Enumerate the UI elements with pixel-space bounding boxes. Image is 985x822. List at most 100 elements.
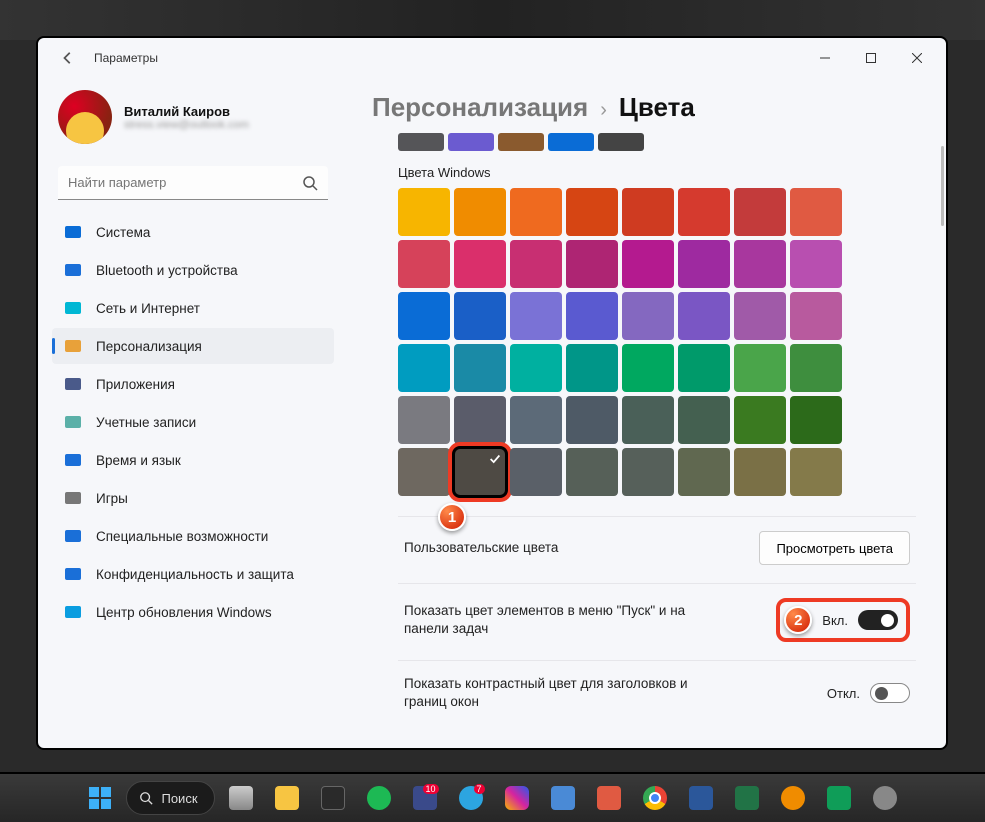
close-button[interactable]: [894, 42, 940, 74]
sidebar-item-0[interactable]: Система: [52, 214, 334, 250]
color-swatch[interactable]: [622, 344, 674, 392]
color-swatch[interactable]: [622, 448, 674, 496]
color-swatch[interactable]: [566, 188, 618, 236]
app-icon-3[interactable]: [589, 778, 629, 818]
search-wrap: [58, 166, 328, 200]
color-swatch[interactable]: [454, 448, 506, 496]
excel-icon[interactable]: [727, 778, 767, 818]
color-swatch[interactable]: [622, 396, 674, 444]
color-swatch[interactable]: [622, 188, 674, 236]
sidebar-item-4[interactable]: Приложения: [52, 366, 334, 402]
settings-icon[interactable]: [865, 778, 905, 818]
color-swatch[interactable]: [622, 292, 674, 340]
color-swatch[interactable]: [566, 344, 618, 392]
color-swatch[interactable]: [454, 344, 506, 392]
sidebar-item-3[interactable]: Персонализация: [52, 328, 334, 364]
accent-start-toggle[interactable]: [858, 610, 898, 630]
color-swatch[interactable]: [678, 448, 730, 496]
color-swatch[interactable]: [678, 240, 730, 288]
color-swatch[interactable]: [678, 188, 730, 236]
color-swatch[interactable]: [398, 396, 450, 444]
app-icon-1[interactable]: 10: [405, 778, 445, 818]
color-swatch[interactable]: [790, 292, 842, 340]
view-colors-button[interactable]: Просмотреть цвета: [759, 531, 910, 565]
color-swatch[interactable]: [622, 240, 674, 288]
color-swatch[interactable]: [454, 292, 506, 340]
windows-update-icon: [64, 603, 82, 621]
color-swatch[interactable]: [734, 188, 786, 236]
word-icon[interactable]: [681, 778, 721, 818]
recent-color-swatch[interactable]: [498, 133, 544, 151]
color-swatch[interactable]: [510, 292, 562, 340]
sidebar-item-1[interactable]: Bluetooth и устройства: [52, 252, 334, 288]
app-icon-2[interactable]: [543, 778, 583, 818]
color-swatch[interactable]: [398, 188, 450, 236]
color-swatch[interactable]: [398, 344, 450, 392]
sheets-icon[interactable]: [819, 778, 859, 818]
color-swatch[interactable]: [398, 240, 450, 288]
user-block[interactable]: Виталий Каиров stress.view@outlook.com: [52, 84, 334, 160]
color-swatch[interactable]: [398, 292, 450, 340]
color-swatch[interactable]: [454, 240, 506, 288]
color-swatch[interactable]: [398, 448, 450, 496]
recent-color-swatch[interactable]: [548, 133, 594, 151]
recent-color-swatch[interactable]: [448, 133, 494, 151]
color-swatch[interactable]: [678, 344, 730, 392]
taskbar-search[interactable]: Поиск: [126, 781, 214, 815]
color-swatch[interactable]: [734, 240, 786, 288]
telegram-icon[interactable]: 7: [451, 778, 491, 818]
bluetooth-icon: [64, 261, 82, 279]
color-swatch[interactable]: [510, 240, 562, 288]
color-swatch[interactable]: [734, 448, 786, 496]
sidebar-item-2[interactable]: Сеть и Интернет: [52, 290, 334, 326]
search-input[interactable]: [58, 166, 328, 200]
setting-custom-colors: Пользовательские цвета Просмотреть цвета: [398, 516, 916, 579]
color-swatch[interactable]: [566, 240, 618, 288]
sidebar-item-7[interactable]: Игры: [52, 480, 334, 516]
recent-colors-row: [398, 133, 916, 151]
sidebar-item-10[interactable]: Центр обновления Windows: [52, 594, 334, 630]
calculator-icon[interactable]: [313, 778, 353, 818]
color-swatch[interactable]: [678, 292, 730, 340]
explorer-icon[interactable]: [267, 778, 307, 818]
color-swatch[interactable]: [790, 396, 842, 444]
sidebar-item-5[interactable]: Учетные записи: [52, 404, 334, 440]
privacy-icon: [64, 565, 82, 583]
minimize-button[interactable]: [802, 42, 848, 74]
color-swatch[interactable]: [790, 188, 842, 236]
fade-overlay: [350, 722, 944, 746]
breadcrumb-parent[interactable]: Персонализация: [372, 92, 588, 123]
start-button[interactable]: [80, 778, 120, 818]
chrome-icon[interactable]: [635, 778, 675, 818]
color-swatch[interactable]: [510, 188, 562, 236]
color-swatch[interactable]: [734, 396, 786, 444]
maximize-button[interactable]: [848, 42, 894, 74]
task-view-button[interactable]: [221, 778, 261, 818]
color-swatch[interactable]: [566, 448, 618, 496]
color-swatch[interactable]: [454, 396, 506, 444]
color-swatch[interactable]: [566, 396, 618, 444]
color-swatch[interactable]: [678, 396, 730, 444]
color-swatch[interactable]: [566, 292, 618, 340]
color-swatch[interactable]: [790, 344, 842, 392]
recent-color-swatch[interactable]: [398, 133, 444, 151]
apps-icon: [64, 375, 82, 393]
accent-title-toggle[interactable]: [870, 683, 910, 703]
color-swatch[interactable]: [734, 292, 786, 340]
color-swatch[interactable]: [510, 396, 562, 444]
spotify-icon[interactable]: [359, 778, 399, 818]
color-swatch[interactable]: [454, 188, 506, 236]
instagram-icon[interactable]: [497, 778, 537, 818]
sidebar-item-6[interactable]: Время и язык: [52, 442, 334, 478]
color-swatch[interactable]: [790, 240, 842, 288]
back-button[interactable]: [56, 46, 80, 70]
app-icon-4[interactable]: [773, 778, 813, 818]
sidebar-item-9[interactable]: Конфиденциальность и защита: [52, 556, 334, 592]
color-swatch[interactable]: [510, 344, 562, 392]
color-swatch[interactable]: [510, 448, 562, 496]
color-swatch[interactable]: [734, 344, 786, 392]
sidebar-item-8[interactable]: Специальные возможности: [52, 518, 334, 554]
color-swatch[interactable]: [790, 448, 842, 496]
personalization-icon: [64, 337, 82, 355]
recent-color-swatch[interactable]: [598, 133, 644, 151]
